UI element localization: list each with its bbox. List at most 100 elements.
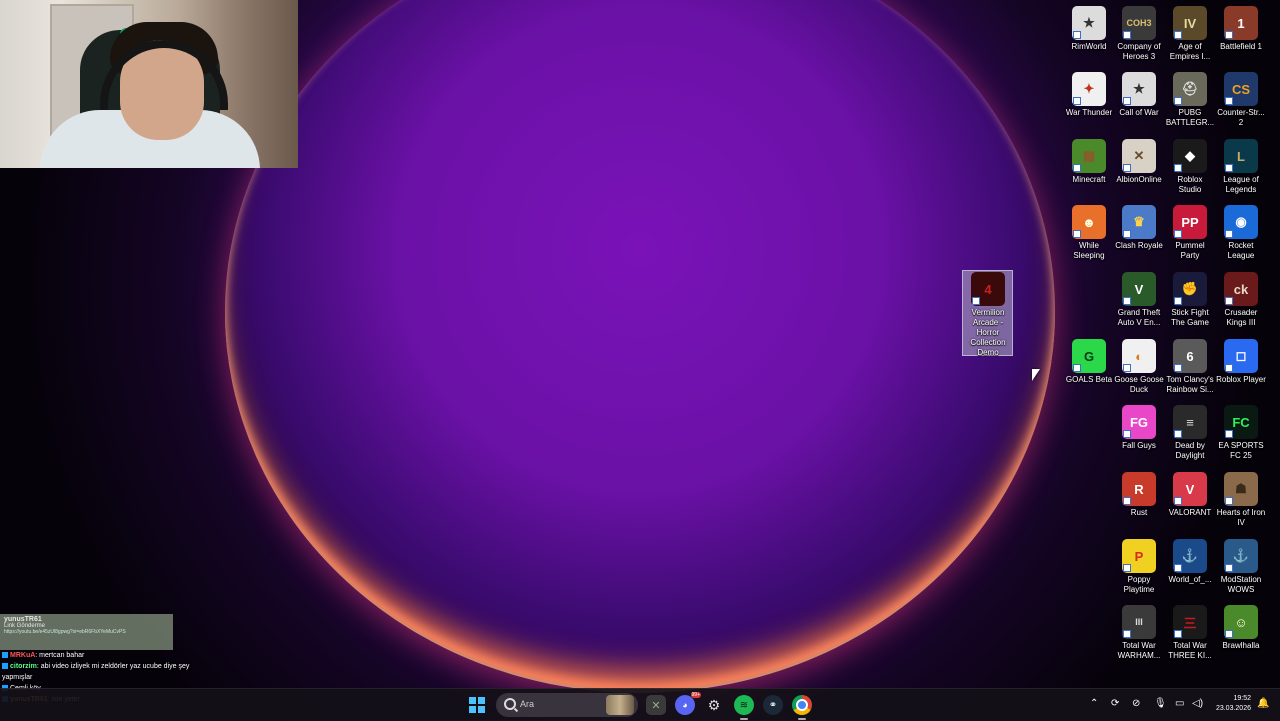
desktop-icon[interactable]: ✊ Stick Fight The Game <box>1165 272 1215 328</box>
desktop-icon[interactable]: ◉ Rocket League <box>1216 205 1266 261</box>
microphone-icon[interactable]: 🎙 <box>1154 698 1167 709</box>
app-icon: V <box>1173 472 1207 506</box>
clock-date: 23.03.2026 <box>1215 705 1251 712</box>
desktop-icon[interactable]: ck Crusader Kings III <box>1216 272 1266 328</box>
app-icon: FC <box>1224 405 1258 439</box>
desktop-icon[interactable]: 4 Vermilion Arcade - Horror Collection De… <box>963 272 1013 358</box>
chat-link-url: https://youtu.be/e45zUl8gpwg?si=ebR6FbXY… <box>4 629 126 635</box>
desktop-icon[interactable]: P Poppy Playtime <box>1114 539 1164 595</box>
desktop-icon[interactable]: ★ Call of War <box>1114 72 1164 118</box>
desktop-icon[interactable]: V Grand Theft Auto V En... <box>1114 272 1164 328</box>
desktop-icon[interactable]: ◆ Roblox Studio <box>1165 139 1215 195</box>
notifications-off-icon[interactable]: ⊘ <box>1132 698 1140 709</box>
desktop-icon[interactable]: ⚓ ModStation WOWS <box>1216 539 1266 595</box>
desktop-icon[interactable]: ◻ Roblox Player <box>1216 339 1266 385</box>
discord-icon[interactable]: ◕ 99+ <box>675 692 701 715</box>
app-icon: ◉ <box>1224 205 1258 239</box>
chrome-icon[interactable] <box>792 695 812 720</box>
chat-text: : mertcan bahar <box>35 652 85 659</box>
app-icon: G <box>1072 339 1106 373</box>
app-icon: FG <box>1122 405 1156 439</box>
app-icon: V <box>1122 272 1156 306</box>
desktop-icon-label: Age of Empires I... <box>1169 42 1211 61</box>
desktop-icon[interactable]: ▦ Minecraft <box>1064 139 1114 185</box>
desktop-icon[interactable]: ≡ Dead by Daylight <box>1165 405 1215 461</box>
desktop-icon-label: While Sleeping <box>1073 241 1105 260</box>
app-icon: R <box>1122 472 1156 506</box>
desktop-icon[interactable]: FC EA SPORTS FC 25 <box>1216 405 1266 461</box>
desktop-icon-label: Company of Heroes 3 <box>1117 42 1161 61</box>
discord-badge: 99+ <box>690 692 701 698</box>
search-placeholder: Ara <box>520 699 535 709</box>
search-highlight-image <box>606 695 634 715</box>
app-icon: ⚓ <box>1173 539 1207 573</box>
desktop-icon[interactable]: ◐ Goose Goose Duck <box>1114 339 1164 395</box>
desktop-icon-label: Crusader Kings III <box>1224 308 1258 327</box>
desktop-icon-label: Stick Fight The Game <box>1171 308 1209 327</box>
taskbar-clock[interactable]: 19:52 23.03.2026 <box>1213 694 1251 714</box>
desktop-icon[interactable]: 1 Battlefield 1 <box>1216 6 1266 52</box>
wallpaper-glow-ring <box>225 0 1055 693</box>
desktop-icon[interactable]: FG Fall Guys <box>1114 405 1164 451</box>
spotify-icon[interactable]: ≋ <box>734 695 754 720</box>
desktop-icon-label: RimWorld <box>1071 42 1107 51</box>
app-icon: ☗ <box>1224 472 1258 506</box>
app-icon: ◻ <box>1224 339 1258 373</box>
desktop-icon-label: World_of_... <box>1168 575 1212 584</box>
desktop-icon[interactable]: R Rust <box>1114 472 1164 518</box>
network-icon[interactable]: ▭ <box>1175 698 1184 709</box>
desktop-icon-label: Rust <box>1130 508 1148 517</box>
chevron-up-icon[interactable]: ⌃ <box>1090 698 1098 709</box>
desktop-icon[interactable]: ♛ Clash Royale <box>1114 205 1164 251</box>
desktop-icon-label: Grand Theft Auto V En... <box>1117 308 1161 327</box>
desktop-icon-label: Poppy Playtime <box>1123 575 1155 594</box>
desktop-icon[interactable]: PP Pummel Party <box>1165 205 1215 261</box>
desktop-icon[interactable]: CS Counter-Str... 2 <box>1216 72 1266 128</box>
desktop-icon[interactable]: ⛑ PUBG BATTLEGR... <box>1165 72 1215 128</box>
desktop-icon[interactable]: COH3 Company of Heroes 3 <box>1114 6 1164 62</box>
desktop-icon-label: Fall Guys <box>1122 441 1156 450</box>
desktop-icon[interactable]: ✕ AlbionOnline <box>1114 139 1164 185</box>
desktop-icon[interactable]: G GOALS Beta <box>1064 339 1114 385</box>
webcam-overlay <box>0 0 298 168</box>
start-button[interactable] <box>469 697 485 713</box>
sync-icon[interactable]: ⟳ <box>1111 698 1119 709</box>
desktop-icon[interactable]: ✦ War Thunder <box>1064 72 1114 118</box>
app-icon: ≡ <box>1173 405 1207 439</box>
desktop-icon-label: Roblox Player <box>1216 375 1266 384</box>
app-icon: IV <box>1173 6 1207 40</box>
chat-badge-icon <box>2 652 8 659</box>
desktop-icon[interactable]: 三 Total War THREE KI... <box>1165 605 1215 661</box>
app-icon: ★ <box>1072 6 1106 40</box>
chat-username: MRKuA <box>10 652 36 659</box>
desktop-icon-label: Tom Clancy's Rainbow Si... <box>1166 375 1214 394</box>
settings-icon[interactable]: ⚙ <box>704 695 724 715</box>
desktop-icon[interactable]: ☻ While Sleeping <box>1064 205 1114 261</box>
app-icon: ☻ <box>1072 205 1106 239</box>
desktop-icon-label: ModStation WOWS <box>1220 575 1262 594</box>
desktop-icon[interactable]: 6 Tom Clancy's Rainbow Si... <box>1165 339 1215 395</box>
desktop-icon[interactable]: L League of Legends <box>1216 139 1266 195</box>
desktop-icon[interactable]: IV Age of Empires I... <box>1165 6 1215 62</box>
app-icon: ⚓ <box>1224 539 1258 573</box>
app-icon: CS <box>1224 72 1258 106</box>
chat-message: MRKuA: mertcan bahar <box>0 650 190 661</box>
desktop-icon[interactable]: ★ RimWorld <box>1064 6 1114 52</box>
desktop-icon[interactable]: ⚓ World_of_... <box>1165 539 1215 585</box>
desktop-icon[interactable]: ☗ Hearts of Iron IV <box>1216 472 1266 528</box>
app-icon: ck <box>1224 272 1258 306</box>
desktop-icon-label: GOALS Beta <box>1065 375 1113 384</box>
chat-username: citorzim <box>10 663 37 670</box>
desktop-icon[interactable]: V VALORANT <box>1165 472 1215 518</box>
desktop-icon-label: VALORANT <box>1168 508 1212 517</box>
app-icon: ☺ <box>1224 605 1258 639</box>
steam-icon[interactable]: ⚭ <box>763 695 783 715</box>
mouse-cursor <box>1032 369 1040 381</box>
desktop-icon[interactable]: III Total War WARHAM... <box>1114 605 1164 661</box>
notification-bell-icon[interactable]: 🔔 <box>1257 698 1269 709</box>
desktop-icon-label: Rocket League <box>1227 241 1255 260</box>
taskbar-search[interactable]: Ara <box>496 693 638 717</box>
volume-icon[interactable]: ◁) <box>1192 698 1203 709</box>
xbox-icon[interactable]: ✕ <box>646 695 666 715</box>
desktop-icon[interactable]: ☺ Brawlhalla <box>1216 605 1266 651</box>
